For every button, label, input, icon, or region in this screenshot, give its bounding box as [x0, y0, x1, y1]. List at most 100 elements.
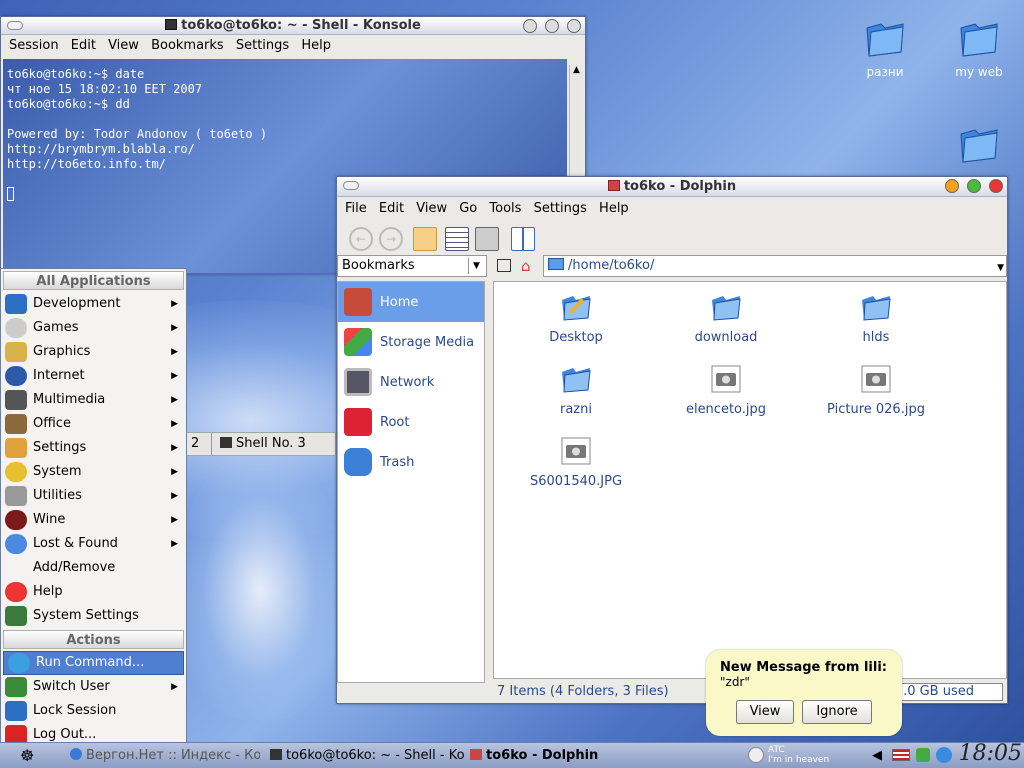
maximize-button[interactable]	[967, 179, 981, 193]
chevron-down-icon[interactable]: ▼	[997, 258, 1004, 278]
konsole-titlebar[interactable]: to6ko@to6ko: ~ - Shell - Konsole	[1, 17, 585, 35]
sidebar-item-home[interactable]: Home	[338, 282, 484, 322]
dolphin-titlebar[interactable]: to6ko - Dolphin	[337, 177, 1007, 197]
tab-shell-2[interactable]: 2	[191, 433, 199, 455]
menu-item-help[interactable]: Help	[1, 580, 186, 604]
keyboard-layout-flag-icon[interactable]	[892, 745, 912, 767]
menu-item-label: Graphics	[33, 344, 91, 359]
sidebar-label: Root	[380, 414, 410, 430]
minimize-button[interactable]	[945, 179, 959, 193]
graphics-icon	[5, 342, 27, 362]
file-item-hlds[interactable]: hlds	[816, 292, 936, 345]
menu-item-add-remove[interactable]: Add/Remove	[1, 556, 186, 580]
maximize-button[interactable]	[545, 19, 559, 33]
window-menu-icon[interactable]	[7, 21, 23, 30]
back-arrow-icon[interactable]: ←	[349, 227, 373, 251]
desktop-icon-razni[interactable]: разни	[850, 18, 920, 79]
sidebar-item-network[interactable]: Network	[338, 362, 484, 402]
dolphin-window[interactable]: to6ko - Dolphin File Edit View Go Tools …	[336, 176, 1008, 704]
location-bar[interactable]: /home/to6ko/ ▼	[543, 255, 1007, 277]
media-player-info[interactable]: ATC I'm in heaven	[768, 745, 868, 767]
menu-settings[interactable]: Settings	[236, 38, 289, 53]
menu-item-settings[interactable]: Settings ▶	[1, 436, 186, 460]
menu-item-run-command[interactable]: Run Command...	[3, 651, 184, 675]
file-item-razni[interactable]: razni	[516, 364, 636, 417]
desktop-icon-folder[interactable]	[944, 124, 1014, 171]
disk-usage-text: 2.0 GB used	[894, 684, 974, 699]
menu-help[interactable]: Help	[599, 201, 629, 216]
menu-edit[interactable]: Edit	[71, 38, 96, 53]
menu-item-system-settings[interactable]: System Settings	[1, 604, 186, 628]
task-browser[interactable]: Вергон.Нет :: Индекс - Ко	[70, 745, 260, 767]
file-item-desktop[interactable]: Desktop	[516, 292, 636, 345]
menu-item-utilities[interactable]: Utilities ▶	[1, 484, 186, 508]
menu-item-games[interactable]: Games ▶	[1, 316, 186, 340]
view-button[interactable]: View	[736, 700, 794, 724]
menu-item-label: Switch User	[33, 679, 110, 694]
menu-help[interactable]: Help	[301, 38, 331, 53]
file-item-download[interactable]: download	[666, 292, 786, 345]
scroll-up-icon[interactable]: ▲	[570, 65, 583, 75]
split-view-icon[interactable]	[511, 227, 535, 251]
menu-item-lock-session[interactable]: Lock Session	[1, 699, 186, 723]
file-name: Desktop	[549, 330, 603, 345]
menu-item-switch-user[interactable]: Switch User ▶	[1, 675, 186, 699]
bookmarks-dropdown[interactable]: Bookmarks ▼	[337, 255, 487, 277]
desktop-icon-my-web[interactable]: my web	[944, 18, 1014, 79]
menu-tools[interactable]: Tools	[489, 201, 521, 216]
menu-go[interactable]: Go	[459, 201, 477, 216]
menu-edit[interactable]: Edit	[379, 201, 404, 216]
sidebar-item-trash[interactable]: Trash	[338, 442, 484, 482]
sidebar-item-storage-media[interactable]: Storage Media	[338, 322, 484, 362]
ignore-button[interactable]: Ignore	[802, 700, 872, 724]
home-icon[interactable]: ⌂	[521, 257, 531, 275]
tray-network-icon[interactable]	[936, 745, 954, 767]
menu-session[interactable]: Session	[9, 38, 59, 53]
menu-item-office[interactable]: Office ▶	[1, 412, 186, 436]
toggle-panel-icon[interactable]	[497, 259, 511, 272]
clock[interactable]: 18:05	[959, 741, 1022, 766]
menu-item-system[interactable]: System ▶	[1, 460, 186, 484]
close-button[interactable]	[567, 19, 581, 33]
tab-shell-3[interactable]: Shell No. 3	[211, 433, 306, 455]
menu-item-label: Wine	[33, 512, 66, 527]
menu-item-development[interactable]: Development ▶	[1, 292, 186, 316]
menu-view[interactable]: View	[108, 38, 139, 53]
cd-icon[interactable]	[748, 745, 764, 767]
details-view-icon[interactable]	[445, 227, 469, 251]
k-menu-button[interactable]: ☸	[20, 745, 44, 767]
icons-view-icon[interactable]	[413, 227, 437, 251]
window-menu-icon[interactable]	[343, 181, 359, 190]
menu-settings[interactable]: Settings	[534, 201, 587, 216]
development-icon	[5, 294, 27, 314]
task-konsole[interactable]: to6ko@to6ko: ~ - Shell - Ko	[270, 745, 466, 767]
forward-arrow-icon[interactable]: →	[379, 227, 403, 251]
wallpaper-ice-lower	[180, 460, 340, 720]
task-dolphin[interactable]: to6ko - Dolphin	[470, 745, 620, 767]
menu-item-wine[interactable]: Wine ▶	[1, 508, 186, 532]
minimize-button[interactable]	[523, 19, 537, 33]
bookmarks-label: Bookmarks	[342, 258, 415, 273]
window-title: to6ko - Dolphin	[623, 179, 737, 194]
network-monitor-icon	[344, 368, 372, 396]
settings-wrench-icon	[5, 438, 27, 458]
menu-bookmarks[interactable]: Bookmarks	[151, 38, 224, 53]
menu-file[interactable]: File	[345, 201, 367, 216]
file-item-picture-026[interactable]: Picture 026.jpg	[816, 364, 936, 417]
close-button[interactable]	[989, 179, 1003, 193]
wine-glass-icon	[5, 510, 27, 530]
sidebar-item-root[interactable]: Root	[338, 402, 484, 442]
tray-app-icon[interactable]	[916, 745, 932, 767]
file-item-elenceto[interactable]: elenceto.jpg	[666, 364, 786, 417]
volume-speaker-icon[interactable]: ◀	[872, 745, 886, 767]
file-view[interactable]: Desktop download hlds razni elenceto.jpg…	[493, 281, 1007, 679]
file-item-s6001540[interactable]: S6001540.JPG	[516, 436, 636, 489]
menu-item-multimedia[interactable]: Multimedia ▶	[1, 388, 186, 412]
menu-item-lost-found[interactable]: Lost & Found ▶	[1, 532, 186, 556]
preview-camera-icon[interactable]	[475, 227, 499, 251]
menu-item-graphics[interactable]: Graphics ▶	[1, 340, 186, 364]
menu-item-internet[interactable]: Internet ▶	[1, 364, 186, 388]
menu-view[interactable]: View	[416, 201, 447, 216]
file-name: hlds	[862, 330, 890, 345]
